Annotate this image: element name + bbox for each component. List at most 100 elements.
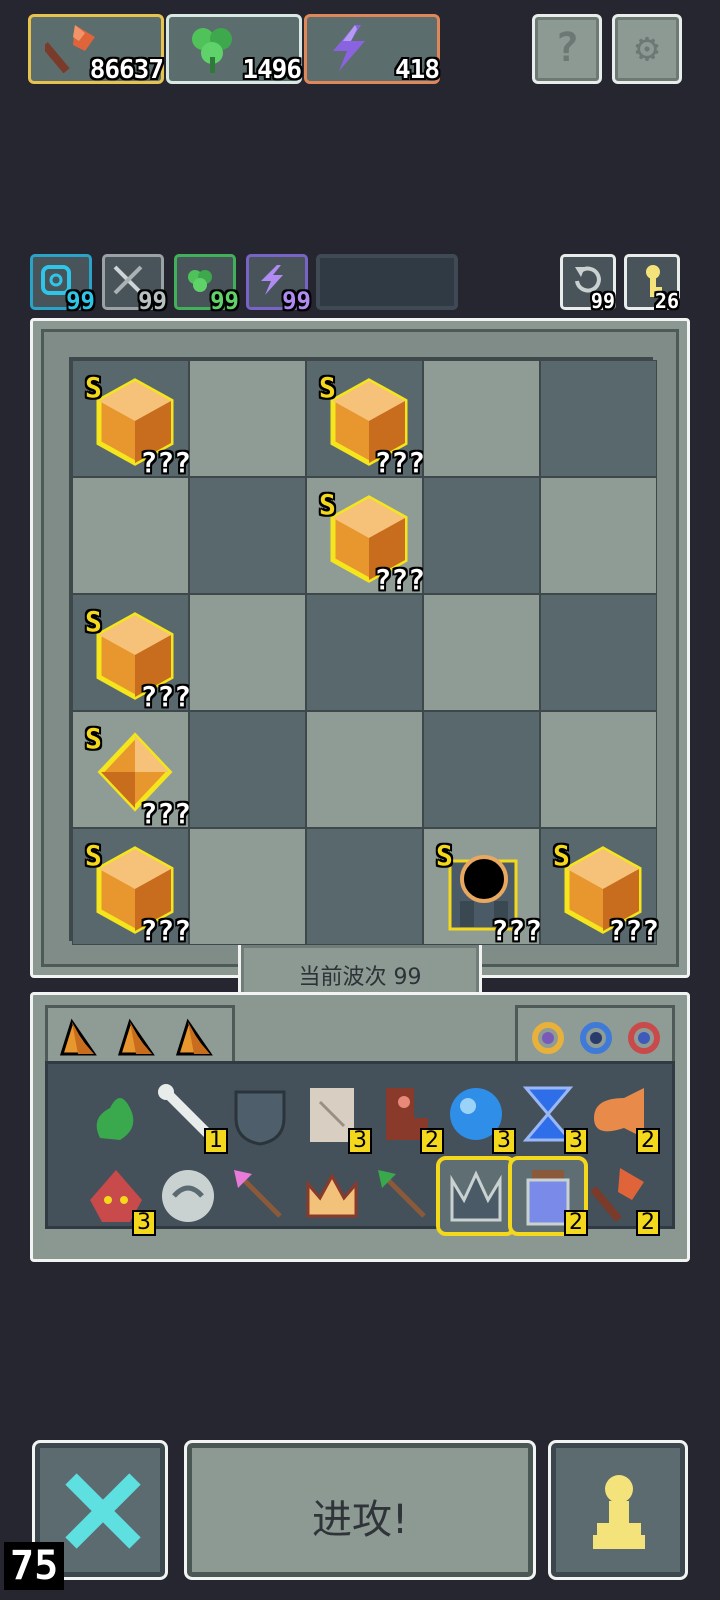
inventory-slot[interactable]: 1 <box>152 1078 228 1154</box>
board-cell[interactable] <box>423 711 540 828</box>
board-cell[interactable]: S??? <box>72 828 191 947</box>
board-unit[interactable]: S??? <box>85 371 191 479</box>
board-unit[interactable]: S??? <box>436 839 542 947</box>
stat-progress-bar <box>316 254 458 310</box>
unit-label: ??? <box>140 914 191 947</box>
board-cell[interactable]: S??? <box>72 594 191 713</box>
unit-label: ??? <box>491 914 542 947</box>
board-cell[interactable] <box>540 594 657 711</box>
key-counter[interactable]: 26 <box>624 254 680 313</box>
board-unit[interactable]: S??? <box>553 839 659 947</box>
orange-shard-icon[interactable] <box>174 1018 214 1058</box>
board-unit[interactable]: S??? <box>319 488 425 596</box>
inventory-slot[interactable]: 3 <box>440 1078 516 1154</box>
clover-stat-value: 99 <box>210 287 239 315</box>
unit-label: ??? <box>374 563 425 596</box>
close-icon <box>65 1473 141 1549</box>
energy-currency-value: 418 <box>395 55 440 85</box>
inventory-slot[interactable] <box>80 1078 152 1150</box>
orange-shard-icon[interactable] <box>58 1018 98 1058</box>
inventory-slot[interactable]: 2 <box>584 1160 660 1236</box>
board-cell[interactable]: S??? <box>306 477 425 596</box>
board-cell[interactable]: S??? <box>306 360 425 479</box>
unit-label: ??? <box>140 680 191 713</box>
board-unit[interactable]: S??? <box>85 605 191 713</box>
inventory-grid: 132332322 <box>45 1061 675 1236</box>
player-level: 75 <box>4 1542 65 1590</box>
item-count: 2 <box>636 1128 660 1154</box>
inventory-slot[interactable] <box>296 1160 368 1232</box>
inventory-tab-right <box>515 1005 675 1065</box>
energy-stat: 99 <box>246 254 311 315</box>
rank-badge: S <box>85 371 102 404</box>
unit-label: ??? <box>140 446 191 479</box>
rank-badge: S <box>319 371 336 404</box>
board-cell[interactable] <box>540 360 657 477</box>
inventory-slot[interactable]: 2 <box>584 1078 660 1154</box>
inventory-slot[interactable]: 3 <box>512 1078 588 1154</box>
rank-badge: S <box>436 839 453 872</box>
board-cell[interactable]: S??? <box>423 828 542 947</box>
board-cell[interactable] <box>306 711 423 828</box>
key-counter-value: 26 <box>654 289 679 313</box>
attack-button[interactable]: 进攻! <box>184 1440 536 1580</box>
board-cell[interactable] <box>423 360 540 477</box>
inventory-slot[interactable] <box>224 1078 296 1150</box>
inventory-slot[interactable]: 2 <box>368 1078 444 1154</box>
inventory-slot[interactable] <box>152 1160 224 1232</box>
board-unit[interactable]: S??? <box>85 839 191 947</box>
board-cell[interactable] <box>306 594 423 711</box>
board-cell[interactable]: S??? <box>72 360 191 479</box>
pawn-icon <box>593 1475 645 1549</box>
settings-button[interactable]: ⚙ <box>612 14 682 84</box>
inventory-panel: 132332322 <box>30 992 690 1262</box>
help-button[interactable]: ? <box>532 14 602 84</box>
board-cell[interactable]: S??? <box>72 711 191 830</box>
board-cell[interactable]: S??? <box>540 828 659 947</box>
inventory-slot[interactable]: 3 <box>296 1078 372 1154</box>
shield-icon <box>234 1090 286 1146</box>
rank-badge: S <box>319 488 336 521</box>
item-count: 2 <box>636 1210 660 1236</box>
lightning-icon <box>333 25 365 71</box>
inventory-slot[interactable] <box>224 1160 296 1232</box>
green-slime-icon <box>96 1098 134 1140</box>
board-cell[interactable] <box>423 477 540 594</box>
swirl-stone-icon <box>162 1170 214 1222</box>
gold-ring-icon[interactable] <box>530 1020 566 1056</box>
board-grid: S??? S??? S??? S??? S??? S??? S??? S??? <box>69 357 659 947</box>
board-unit[interactable]: S??? <box>85 722 191 830</box>
inventory-slot[interactable] <box>436 1156 516 1236</box>
inventory-slot[interactable] <box>368 1160 440 1232</box>
hero-button[interactable] <box>548 1440 688 1580</box>
unit-label: ??? <box>140 797 191 830</box>
axe-currency-value: 86637 <box>89 55 164 85</box>
attack-label: 进攻! <box>311 1497 409 1543</box>
board-cell[interactable] <box>189 711 306 828</box>
pink-arrow-icon <box>234 1170 282 1218</box>
rank-badge: S <box>553 839 570 872</box>
clover-currency: 1496 <box>166 14 302 85</box>
board-cell[interactable] <box>423 594 540 711</box>
shield-stat-value: 99 <box>66 287 95 315</box>
blue-ring-icon[interactable] <box>578 1020 614 1056</box>
board-cell[interactable] <box>540 477 657 594</box>
inventory-slot[interactable]: 2 <box>508 1156 588 1236</box>
board-unit[interactable]: S??? <box>319 371 425 479</box>
board-cell[interactable] <box>306 828 423 945</box>
wave-label: 当前波次 99 <box>298 965 422 990</box>
energy-stat-value: 99 <box>282 287 311 315</box>
board-cell[interactable] <box>189 828 306 945</box>
refresh-counter-value: 99 <box>590 289 615 313</box>
board-cell[interactable] <box>72 477 189 594</box>
board-cell[interactable] <box>189 360 306 477</box>
board-cell[interactable] <box>189 594 306 711</box>
red-ring-icon[interactable] <box>626 1020 662 1056</box>
board-cell[interactable] <box>540 711 657 828</box>
board-cell[interactable] <box>189 477 306 594</box>
refresh-counter[interactable]: 99 <box>560 254 616 313</box>
axe-currency: 86637 <box>28 14 164 85</box>
orange-shard-icon[interactable] <box>116 1018 156 1058</box>
swords-stat: 99 <box>102 254 167 315</box>
inventory-slot[interactable]: 3 <box>80 1160 156 1236</box>
